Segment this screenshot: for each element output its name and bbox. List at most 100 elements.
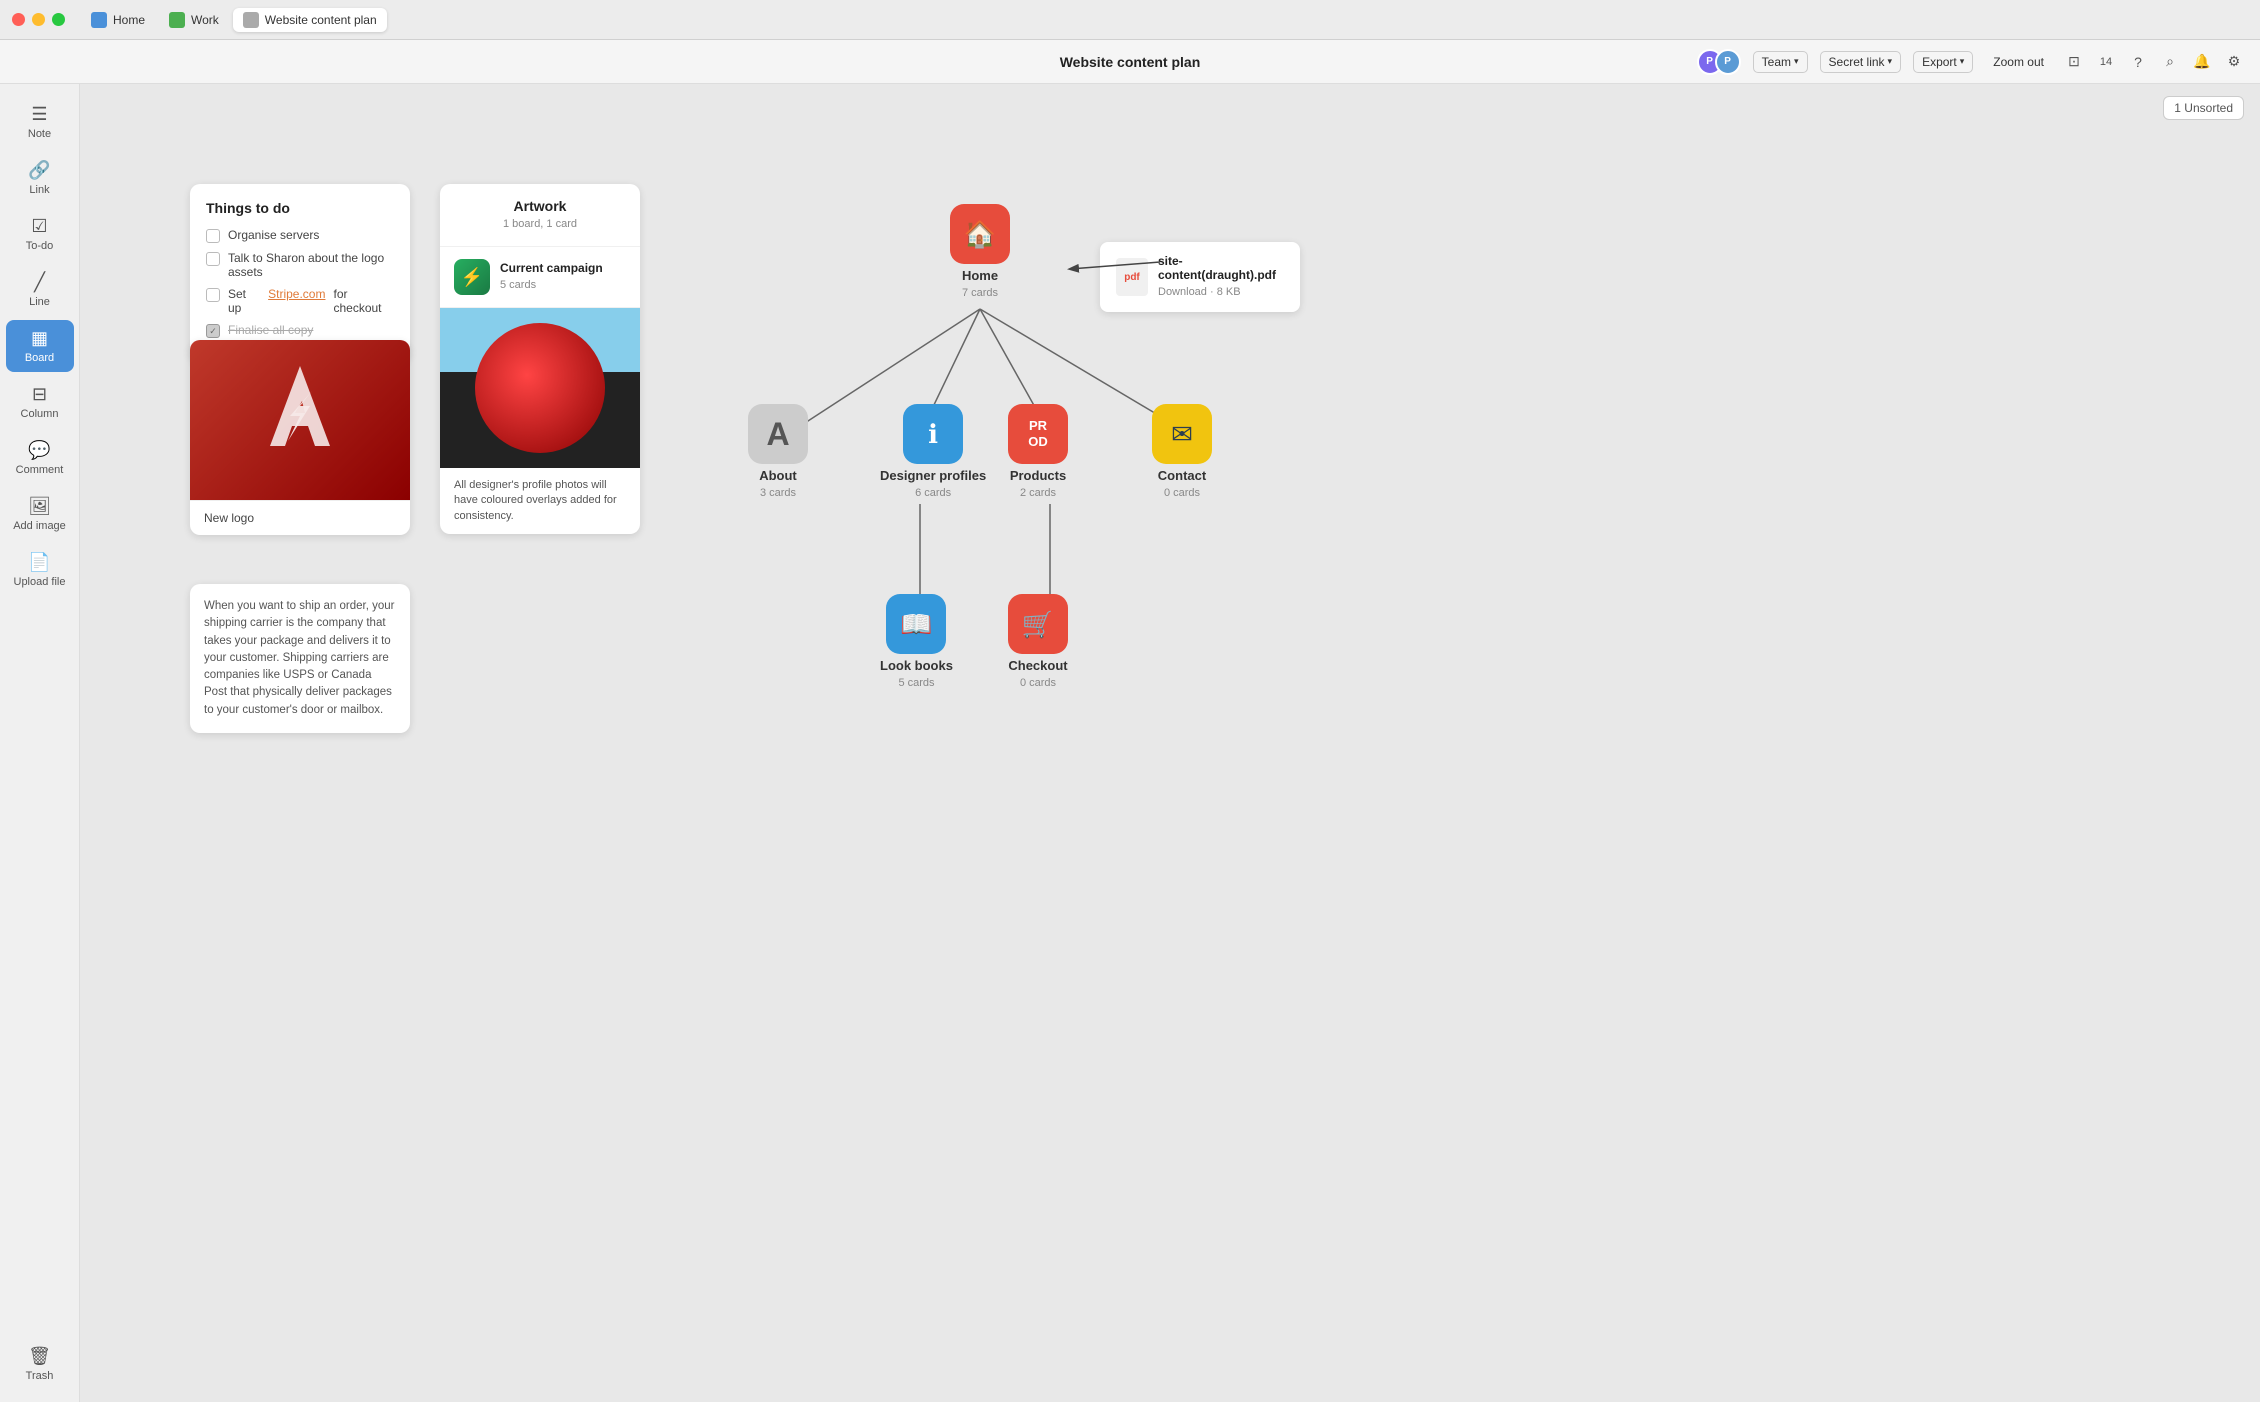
todo-icon: ☑ [31,216,47,237]
node-designer[interactable]: ℹ Designer profiles 6 cards [880,404,986,499]
sidebar-note-label: Note [28,128,51,140]
sidebar-column-label: Column [21,408,59,420]
tab-website-label: Website content plan [265,13,377,27]
products-node-count: 2 cards [1020,487,1056,499]
close-button[interactable] [12,13,25,26]
about-node-label: About [759,468,797,483]
upload-icon: 📄 [28,552,50,573]
todo-text-3b: for checkout [333,287,394,315]
toolbar-right: P P Team ▾ Secret link ▾ Export ▾ Zoom o… [1697,49,2244,75]
home-node-label: Home [962,268,998,283]
minimize-button[interactable] [32,13,45,26]
unsorted-badge[interactable]: 1 Unsorted [2163,96,2244,120]
node-checkout[interactable]: 🛒 Checkout 0 cards [1008,594,1068,689]
text-card[interactable]: When you want to ship an order, your shi… [190,584,410,733]
tab-bar: Home Work Website content plan [81,8,387,32]
designer-node-count: 6 cards [915,487,951,499]
settings-icon[interactable]: ⚙ [2224,52,2244,72]
export-button[interactable]: Export ▾ [1913,51,1973,73]
todo-item-4: Finalise all copy [206,323,394,338]
artwork-card[interactable]: Artwork 1 board, 1 card ⚡ Current campai… [440,184,640,534]
todo-title: Things to do [206,200,394,216]
tab-home-icon [91,12,107,28]
artwork-caption: All designer's profile photos will have … [440,468,640,534]
products-node-label: Products [1010,468,1066,483]
logo-card[interactable]: New logo [190,340,410,535]
sidebar-item-note[interactable]: ☰ Note [6,96,74,148]
artwork-subtitle: 1 board, 1 card [503,218,577,230]
canvas: 1 Unsorted Things to do Organise servers… [80,84,2260,1402]
sidebar-item-upload[interactable]: 📄 Upload file [6,544,74,596]
tab-website[interactable]: Website content plan [233,8,387,32]
photo-circle [475,323,605,453]
sidebar-item-column[interactable]: ⊟ Column [6,376,74,428]
zoom-out-button[interactable]: Zoom out [1985,52,2052,72]
products-node-icon: PROD [1008,404,1068,464]
secret-link-button[interactable]: Secret link ▾ [1820,51,1902,73]
node-about[interactable]: A About 3 cards [748,404,808,499]
sidebar-item-add-image[interactable]: 🖼 Add image [6,488,74,540]
artwork-title: Artwork [454,198,626,214]
todo-checkbox-3[interactable] [206,288,220,302]
about-node-icon: A [748,404,808,464]
sitemap-lines [680,204,1440,824]
node-products[interactable]: PROD Products 2 cards [1008,404,1068,499]
team-label: Team [1762,55,1791,69]
fullscreen-button[interactable] [52,13,65,26]
sidebar-item-comment[interactable]: 💬 Comment [6,432,74,484]
sidebar-board-label: Board [25,352,54,364]
campaign-name: Current campaign [500,261,603,275]
tab-work-label: Work [191,13,219,27]
designer-node-icon: ℹ [903,404,963,464]
node-contact[interactable]: ✉ Contact 0 cards [1152,404,1212,499]
sidebar: ☰ Note 🔗 Link ☑ To-do ╱ Line ▦ Board ⊟ C… [0,84,80,1402]
tab-home[interactable]: Home [81,8,155,32]
tab-work[interactable]: Work [159,8,229,32]
team-chevron-icon: ▾ [1794,56,1799,67]
line-icon: ╱ [34,272,45,293]
sidebar-item-board[interactable]: ▦ Board [6,320,74,372]
artwork-campaign[interactable]: ⚡ Current campaign 5 cards [440,247,640,308]
text-content: When you want to ship an order, your shi… [204,598,396,719]
todo-item-3: Set up Stripe.com for checkout [206,287,394,315]
campaign-text: Current campaign 5 cards [500,261,603,293]
lookbooks-node-label: Look books [880,658,953,673]
bell-icon[interactable]: 🔔 [2192,52,2212,72]
contact-node-label: Contact [1158,468,1206,483]
sidebar-item-todo[interactable]: ☑ To-do [6,208,74,260]
todo-checkbox-1[interactable] [206,229,220,243]
stripe-link[interactable]: Stripe.com [268,287,325,301]
notification-count: 14 [2096,52,2116,72]
search-icon[interactable]: ⌕ [2160,52,2180,72]
todo-card[interactable]: Things to do Organise servers Talk to Sh… [190,184,410,362]
toolbar-icons: ⊡ 14 ? ⌕ 🔔 ⚙ [2064,52,2244,72]
todo-text-3a: Set up [228,287,260,315]
todo-checkbox-2[interactable] [206,252,220,266]
device-icon[interactable]: ⊡ [2064,52,2084,72]
checkout-node-label: Checkout [1008,658,1067,673]
trash-icon: 🗑 [28,1346,51,1367]
note-icon: ☰ [31,104,47,125]
todo-checkbox-4[interactable] [206,324,220,338]
todo-item-1: Organise servers [206,228,394,243]
sidebar-item-line[interactable]: ╱ Line [6,264,74,316]
lookbooks-node-count: 5 cards [898,677,934,689]
sidebar-item-trash[interactable]: 🗑 Trash [6,1338,74,1390]
export-chevron-icon: ▾ [1960,56,1965,67]
sidebar-item-link[interactable]: 🔗 Link [6,152,74,204]
sitemap: 🏠 Home 7 cards A About 3 cards ℹ Designe… [680,204,1440,824]
avatar-2: P [1715,49,1741,75]
home-node-count: 7 cards [962,287,998,299]
sidebar-link-label: Link [29,184,49,196]
logo-letter [260,361,340,480]
node-home[interactable]: 🏠 Home 7 cards [950,204,1010,299]
sidebar-todo-label: To-do [26,240,54,252]
avatar-group: P P [1697,49,1741,75]
home-node-icon: 🏠 [950,204,1010,264]
team-button[interactable]: Team ▾ [1753,51,1808,73]
help-icon[interactable]: ? [2128,52,2148,72]
todo-text-2: Talk to Sharon about the logo assets [228,251,394,279]
artwork-header: Artwork 1 board, 1 card [440,184,640,247]
secret-link-label: Secret link [1829,55,1885,69]
node-lookbooks[interactable]: 📖 Look books 5 cards [880,594,953,689]
